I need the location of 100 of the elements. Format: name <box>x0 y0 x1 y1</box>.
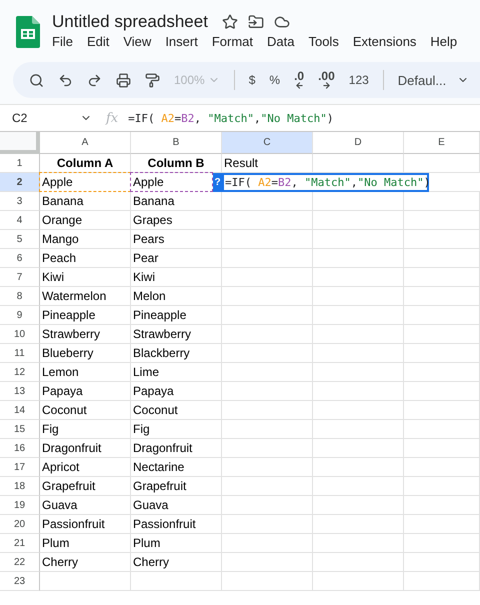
table-cell[interactable] <box>404 192 480 211</box>
column-header[interactable]: E <box>404 132 480 154</box>
menu-item[interactable]: View <box>123 34 152 49</box>
table-cell[interactable] <box>222 553 313 572</box>
print-icon[interactable] <box>116 72 131 88</box>
table-cell[interactable]: Apple <box>39 172 131 192</box>
font-dropdown[interactable]: Defaul... <box>398 72 470 88</box>
table-cell[interactable]: Pear <box>131 249 222 268</box>
table-cell[interactable] <box>404 363 480 382</box>
menu-item[interactable]: Extensions <box>352 34 416 49</box>
table-cell[interactable] <box>313 325 404 344</box>
table-cell[interactable]: Banana <box>131 192 222 211</box>
redo-icon[interactable] <box>87 72 102 88</box>
table-cell[interactable] <box>222 249 313 268</box>
row-header[interactable]: 12 <box>0 363 40 382</box>
table-cell[interactable]: Fig <box>40 420 131 439</box>
table-cell[interactable] <box>222 230 313 249</box>
table-cell[interactable] <box>313 306 404 325</box>
table-cell[interactable]: Papaya <box>40 382 131 401</box>
table-cell[interactable] <box>404 325 480 344</box>
column-header[interactable]: C <box>222 132 313 154</box>
table-cell[interactable]: Dragonfruit <box>40 439 131 458</box>
table-cell[interactable] <box>222 192 313 211</box>
table-cell[interactable] <box>222 420 313 439</box>
table-cell[interactable]: Pears <box>131 230 222 249</box>
table-cell[interactable] <box>222 344 313 363</box>
table-cell[interactable] <box>404 344 480 363</box>
table-cell[interactable] <box>404 268 480 287</box>
name-box[interactable]: C2 <box>0 111 80 125</box>
format-button[interactable]: $ <box>248 73 256 87</box>
menu-item[interactable]: Format <box>212 34 253 49</box>
row-header[interactable]: 4 <box>0 211 40 230</box>
table-cell[interactable] <box>404 458 480 477</box>
row-header[interactable]: 10 <box>0 325 40 344</box>
table-cell[interactable]: Guava <box>131 496 222 515</box>
table-cell[interactable]: Strawberry <box>131 325 222 344</box>
column-header[interactable]: B <box>131 132 222 154</box>
table-cell[interactable] <box>404 572 480 591</box>
table-cell[interactable] <box>222 458 313 477</box>
table-cell[interactable]: Coconut <box>131 401 222 420</box>
cloud-icon[interactable] <box>274 14 290 30</box>
table-cell[interactable]: Plum <box>40 534 131 553</box>
menu-item[interactable]: File <box>52 34 73 49</box>
table-cell[interactable] <box>404 496 480 515</box>
table-cell[interactable]: Nectarine <box>131 458 222 477</box>
table-cell[interactable]: Lime <box>131 363 222 382</box>
table-cell[interactable]: Banana <box>40 192 131 211</box>
row-header[interactable]: 18 <box>0 477 40 496</box>
row-header[interactable]: 2 <box>0 173 40 192</box>
column-header[interactable]: A <box>40 132 131 154</box>
table-cell[interactable] <box>131 572 222 591</box>
table-cell[interactable] <box>313 249 404 268</box>
table-cell[interactable] <box>404 401 480 420</box>
row-header[interactable]: 9 <box>0 306 40 325</box>
format-button[interactable]: 123 <box>348 73 369 87</box>
table-cell[interactable] <box>313 230 404 249</box>
menu-item[interactable]: Insert <box>165 34 198 49</box>
table-cell[interactable]: Kiwi <box>131 268 222 287</box>
table-cell[interactable] <box>313 363 404 382</box>
table-cell[interactable] <box>222 401 313 420</box>
undo-icon[interactable] <box>58 72 73 88</box>
table-cell[interactable] <box>313 344 404 363</box>
table-cell[interactable] <box>222 382 313 401</box>
sheets-logo[interactable] <box>16 16 40 48</box>
table-cell[interactable] <box>222 211 313 230</box>
table-cell[interactable] <box>404 477 480 496</box>
table-cell[interactable] <box>404 306 480 325</box>
table-cell[interactable] <box>313 192 404 211</box>
table-cell[interactable]: Passionfruit <box>40 515 131 534</box>
paint-roller-icon[interactable] <box>145 72 160 88</box>
table-cell[interactable] <box>313 401 404 420</box>
row-header[interactable]: 20 <box>0 515 40 534</box>
table-cell[interactable] <box>404 420 480 439</box>
row-header[interactable]: 5 <box>0 230 40 249</box>
table-cell[interactable] <box>222 306 313 325</box>
table-cell[interactable] <box>222 572 313 591</box>
row-header[interactable]: 14 <box>0 401 40 420</box>
table-cell[interactable]: Grapefruit <box>131 477 222 496</box>
star-icon[interactable] <box>222 14 238 30</box>
folder-icon[interactable] <box>248 14 264 30</box>
table-cell[interactable] <box>404 382 480 401</box>
table-cell[interactable]: Fig <box>131 420 222 439</box>
row-header[interactable]: 7 <box>0 268 40 287</box>
table-cell[interactable] <box>313 287 404 306</box>
table-cell[interactable]: Cherry <box>40 553 131 572</box>
table-cell[interactable] <box>222 496 313 515</box>
row-header[interactable]: 1 <box>0 154 40 173</box>
table-cell[interactable] <box>404 439 480 458</box>
column-header[interactable]: D <box>313 132 404 154</box>
table-cell[interactable]: Column A <box>40 154 131 173</box>
table-cell[interactable]: Grapes <box>131 211 222 230</box>
table-cell[interactable]: Mango <box>40 230 131 249</box>
table-cell[interactable] <box>313 458 404 477</box>
table-cell[interactable]: Plum <box>131 534 222 553</box>
table-cell[interactable] <box>222 534 313 553</box>
table-cell[interactable] <box>222 439 313 458</box>
table-cell[interactable] <box>222 477 313 496</box>
table-cell[interactable]: Cherry <box>131 553 222 572</box>
table-cell[interactable] <box>404 287 480 306</box>
table-cell[interactable] <box>313 382 404 401</box>
